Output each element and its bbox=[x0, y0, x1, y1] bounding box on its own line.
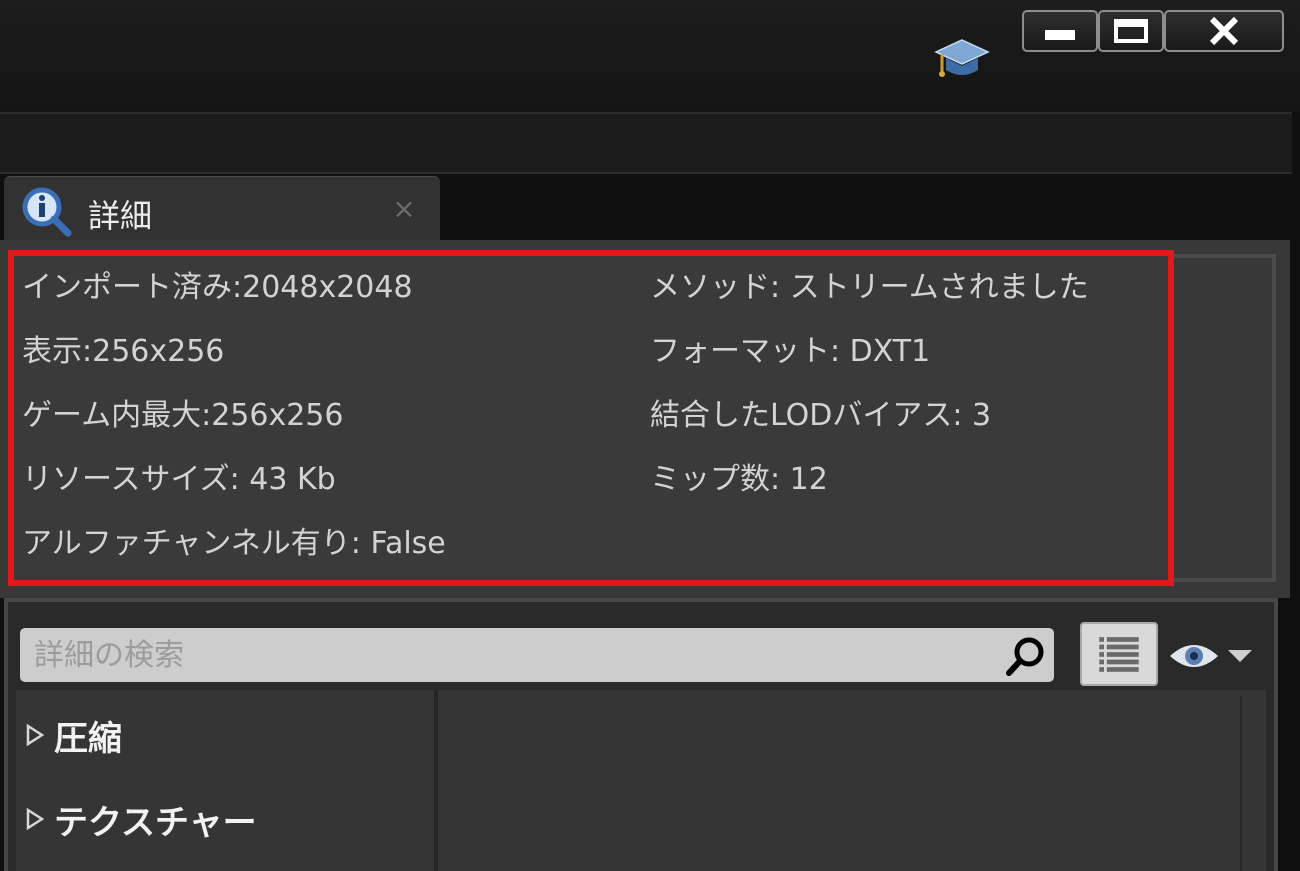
tree-column-divider[interactable] bbox=[434, 690, 438, 871]
category-compression[interactable]: 圧縮 bbox=[20, 710, 122, 760]
info-panel-frame bbox=[1160, 254, 1276, 582]
info-imported-size: インポート済み:2048x2048 bbox=[22, 270, 413, 305]
tab-details[interactable]: 詳細 × bbox=[4, 176, 440, 240]
toolbar-strip bbox=[0, 112, 1292, 174]
list-view-icon bbox=[1099, 637, 1139, 672]
maximize-button[interactable] bbox=[1098, 10, 1164, 52]
info-resource-size: リソースサイズ: 43 Kb bbox=[22, 462, 336, 497]
search-input[interactable] bbox=[34, 635, 994, 675]
search-icon[interactable] bbox=[1004, 634, 1048, 678]
info-format: フォーマット: DXT1 bbox=[650, 334, 931, 369]
close-icon bbox=[1209, 16, 1239, 46]
maximize-icon bbox=[1114, 19, 1148, 43]
close-button[interactable] bbox=[1164, 10, 1284, 52]
details-info-magnifier-icon bbox=[22, 187, 72, 237]
category-label: テクスチャー bbox=[54, 802, 257, 843]
view-options-button[interactable] bbox=[1080, 622, 1158, 686]
title-bar bbox=[0, 0, 1300, 112]
tab-label: 詳細 bbox=[88, 197, 153, 235]
info-lod-bias: 結合したLODバイアス: 3 bbox=[650, 398, 992, 433]
chevron-down-icon bbox=[1228, 650, 1252, 662]
info-mip-count: ミップ数: 12 bbox=[650, 462, 828, 497]
expand-arrow-icon bbox=[26, 723, 45, 747]
info-displayed-size: 表示:256x256 bbox=[22, 334, 225, 369]
info-method: メソッド: ストリームされました bbox=[650, 270, 1089, 305]
info-has-alpha: アルファチャンネル有り: False bbox=[22, 526, 446, 561]
search-box bbox=[20, 628, 1054, 682]
visibility-eye-icon[interactable] bbox=[1166, 636, 1258, 676]
info-max-ingame-size: ゲーム内最大:256x256 bbox=[22, 398, 344, 433]
category-label: 圧縮 bbox=[54, 718, 122, 759]
category-texture[interactable]: テクスチャー bbox=[20, 794, 257, 844]
tree-right-border bbox=[1240, 696, 1242, 871]
editor-window: 詳細 × インポート済み:2048x2048 表示:256x256 ゲーム内最大… bbox=[0, 0, 1300, 871]
minimize-button[interactable] bbox=[1022, 10, 1098, 52]
tab-close-button[interactable]: × bbox=[386, 191, 422, 227]
minimize-icon bbox=[1045, 30, 1075, 40]
graduation-cap-icon[interactable] bbox=[934, 36, 990, 82]
expand-arrow-icon bbox=[26, 807, 45, 831]
